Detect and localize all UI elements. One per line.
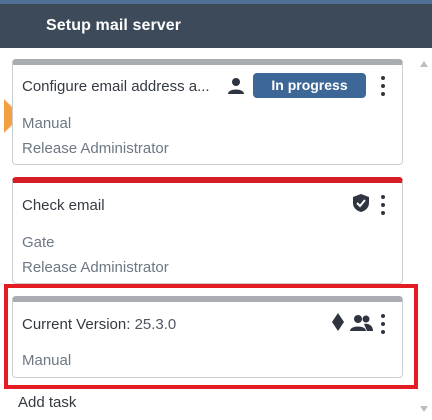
- gate-shield-icon: [353, 194, 369, 212]
- more-options-icon[interactable]: [378, 194, 388, 216]
- phase-title: Setup mail server: [46, 17, 182, 34]
- task-title[interactable]: Check email: [22, 197, 105, 214]
- task-title-prefix: Current Version:: [22, 316, 135, 333]
- task-assignee: Release Administrator: [22, 259, 169, 276]
- release-phase-panel: Setup mail server Configure email addres…: [0, 0, 432, 420]
- task-type: Manual: [22, 115, 72, 132]
- task-card-configure-email[interactable]: Configure email address a... In progress…: [12, 59, 403, 165]
- task-card-check-email[interactable]: Check email Gate Release Administrator: [12, 177, 403, 284]
- scroll-up-arrow-icon[interactable]: [420, 61, 428, 67]
- add-task-link[interactable]: Add task: [18, 394, 76, 411]
- scrollbar[interactable]: [416, 48, 432, 420]
- task-type: Manual: [22, 352, 72, 369]
- person-icon: [228, 78, 244, 94]
- phase-header: Setup mail server: [0, 0, 432, 48]
- task-assignee: Release Administrator: [22, 140, 169, 157]
- group-icon: [350, 315, 373, 331]
- task-title[interactable]: Current Version: 25.3.0: [22, 316, 176, 333]
- task-card-current-version[interactable]: Current Version: 25.3.0 Manual: [12, 296, 403, 378]
- status-badge: In progress: [253, 73, 366, 98]
- version-value: 25.3.0: [134, 316, 177, 333]
- task-type: Gate: [22, 234, 55, 251]
- more-options-icon[interactable]: [378, 75, 388, 97]
- more-options-icon[interactable]: [378, 313, 388, 335]
- scroll-down-arrow-icon[interactable]: [420, 406, 428, 412]
- diamond-icon: [332, 313, 344, 331]
- task-title[interactable]: Configure email address a...: [22, 78, 210, 95]
